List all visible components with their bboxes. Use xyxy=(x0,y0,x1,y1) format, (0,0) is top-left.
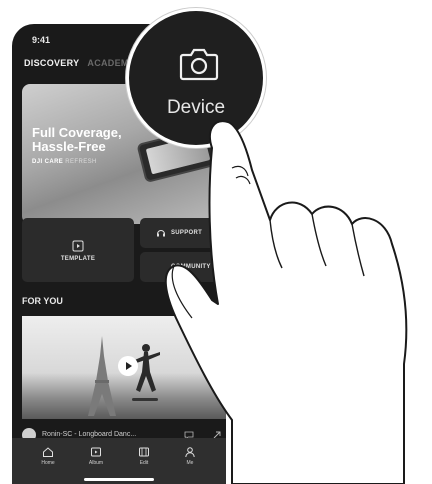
for-you-heading: FOR YOU xyxy=(22,296,63,306)
tab-discovery[interactable]: DISCOVERY xyxy=(24,58,79,68)
nav-me[interactable]: Me xyxy=(172,446,208,466)
support-icon xyxy=(157,230,165,237)
banner-subtitle: DJI CARE REFRESH xyxy=(32,159,97,165)
album-icon xyxy=(91,447,101,457)
camera-icon xyxy=(179,48,219,81)
nav-album-label: Album xyxy=(88,460,104,466)
nav-me-label: Me xyxy=(186,460,194,466)
person-icon xyxy=(185,447,195,458)
nav-album[interactable]: Album xyxy=(78,446,114,466)
home-indicator xyxy=(84,478,154,481)
banner-title: Full Coverage, Hassle-Free xyxy=(32,125,122,154)
banner-brand: DJI CARE xyxy=(32,159,64,165)
video-card[interactable] xyxy=(22,316,226,419)
support-label: SUPPORT xyxy=(171,230,203,236)
top-tabs: DISCOVERY ACADEMY xyxy=(24,58,135,68)
template-tile[interactable]: TEMPLATE xyxy=(22,218,134,282)
template-label: TEMPLATE xyxy=(60,256,96,262)
nav-edit-label: Edit xyxy=(139,460,149,466)
eiffel-tower-image xyxy=(88,336,116,416)
device-callout[interactable]: Device xyxy=(126,8,266,148)
status-time: 9:41 xyxy=(32,35,51,45)
skater-image xyxy=(130,344,160,401)
support-tile[interactable]: SUPPORT xyxy=(140,218,218,248)
device-label: Device xyxy=(166,97,226,118)
nav-home-label: Home xyxy=(41,460,55,466)
nav-edit[interactable]: Edit xyxy=(126,446,162,466)
banner-product: REFRESH xyxy=(65,159,97,165)
edit-icon xyxy=(139,447,149,457)
play-button[interactable] xyxy=(118,356,138,376)
video-title[interactable]: Ronin-SC - Longboard Danc... xyxy=(42,431,136,438)
community-tile[interactable]: COMMUNITY xyxy=(140,252,218,282)
play-square-icon xyxy=(72,240,84,252)
home-icon xyxy=(43,447,53,457)
community-label: COMMUNITY xyxy=(171,264,211,270)
nav-home[interactable]: Home xyxy=(30,446,66,466)
